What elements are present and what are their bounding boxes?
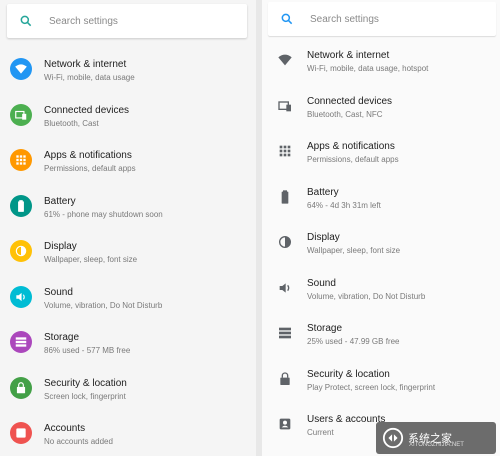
item-title: Accounts (44, 423, 86, 434)
item-title: Network & internet (44, 59, 127, 70)
item-title: Apps & notifications (44, 150, 132, 161)
settings-panel-new: Search settings Network & internet Wi-Fi,… (262, 0, 500, 456)
item-subtitle: 64% - 4d 3h 31m left (307, 200, 381, 210)
search-placeholder: Search settings (310, 13, 379, 25)
item-title: Storage (307, 323, 343, 334)
settings-item-sound[interactable]: Sound Volume, vibration, Do Not Disturb (0, 280, 256, 322)
watermark: 系统之家 XITONGZHIJIA.NET (376, 422, 496, 454)
search-icon (20, 15, 32, 27)
settings-item-battery[interactable]: Battery 64% - 4d 3h 31m left (262, 180, 500, 222)
search-icon (281, 13, 293, 25)
item-title: Sound (307, 277, 336, 289)
item-title: Security & location (44, 377, 127, 389)
account-icon (10, 422, 32, 444)
watermark-url: XITONGZHIJIA.NET (409, 442, 464, 448)
item-subtitle: No accounts added (44, 437, 113, 446)
item-subtitle: Permissions, default apps (307, 155, 399, 164)
wifi-icon (10, 58, 32, 80)
settings-item-sound[interactable]: Sound Volume, vibration, Do Not Disturb (262, 271, 500, 313)
search-bar[interactable]: Search settings (268, 2, 496, 36)
settings-item-wifi[interactable]: Network & internet Wi-Fi, mobile, data us… (0, 52, 256, 94)
settings-item-display[interactable]: Display Wallpaper, sleep, font size (0, 234, 256, 276)
sound-icon (274, 277, 296, 299)
item-subtitle: Bluetooth, Cast, NFC (307, 109, 383, 119)
lock-icon (10, 376, 32, 399)
settings-item-lock[interactable]: Security & location Screen lock, fingerpr… (0, 371, 256, 413)
item-title: Network & internet (307, 50, 390, 61)
item-subtitle: Wallpaper, sleep, font size (44, 255, 138, 264)
lock-icon (274, 368, 296, 390)
settings-item-apps[interactable]: Apps & notifications Permissions, default… (262, 134, 500, 176)
item-subtitle: 61% - phone may shutdown soon (44, 209, 163, 219)
settings-item-account[interactable]: Accounts No accounts added (0, 416, 256, 456)
item-subtitle: Volume, vibration, Do Not Disturb (307, 291, 426, 301)
apps-icon (10, 149, 32, 171)
item-subtitle: 25% used - 47.99 GB free (307, 337, 400, 346)
item-title: Sound (44, 286, 73, 298)
item-subtitle: Volume, vibration, Do Not Disturb (44, 300, 163, 310)
item-subtitle: 86% used - 577 MB free (44, 346, 131, 355)
item-subtitle: Permissions, default apps (44, 164, 136, 173)
storage-icon (10, 331, 32, 353)
item-subtitle: Wallpaper, sleep, font size (307, 246, 401, 255)
item-subtitle: Wi-Fi, mobile, data usage, hotspot (307, 64, 429, 73)
item-title: Security & location (307, 368, 390, 380)
search-placeholder: Search settings (49, 15, 118, 27)
item-subtitle: Bluetooth, Cast (44, 118, 99, 128)
account-icon (274, 413, 296, 435)
settings-item-apps[interactable]: Apps & notifications Permissions, default… (0, 143, 256, 185)
settings-item-devices[interactable]: Connected devices Bluetooth, Cast (0, 98, 256, 140)
item-title: Apps & notifications (307, 141, 395, 152)
item-title: Storage (44, 332, 80, 343)
item-title: Display (307, 232, 340, 243)
devices-icon (274, 95, 296, 117)
search-bar[interactable]: Search settings (7, 4, 247, 38)
item-subtitle: Screen lock, fingerprint (44, 391, 126, 401)
devices-icon (10, 103, 32, 126)
settings-item-battery[interactable]: Battery 61% - phone may shutdown soon (0, 189, 256, 231)
sound-icon (10, 285, 32, 308)
settings-panel-old: Search settings Network & internet Wi-Fi,… (0, 0, 256, 456)
item-title: Display (44, 241, 77, 252)
battery-icon (274, 186, 296, 208)
display-icon (274, 231, 296, 253)
display-icon (10, 240, 32, 262)
apps-icon (274, 140, 296, 162)
item-subtitle: Play Protect, screen lock, fingerprint (307, 382, 436, 392)
item-title: Connected devices (44, 104, 130, 116)
item-title: Battery (307, 186, 339, 198)
settings-item-lock[interactable]: Security & location Play Protect, screen … (262, 362, 500, 404)
battery-icon (10, 194, 32, 217)
settings-item-display[interactable]: Display Wallpaper, sleep, font size (262, 225, 500, 267)
item-subtitle: Wi-Fi, mobile, data usage (44, 73, 135, 82)
settings-item-wifi[interactable]: Network & internet Wi-Fi, mobile, data us… (262, 43, 500, 85)
settings-item-devices[interactable]: Connected devices Bluetooth, Cast, NFC (262, 89, 500, 131)
site-logo-icon (382, 427, 404, 449)
item-subtitle: Current (307, 428, 334, 437)
item-title: Users & accounts (307, 414, 386, 425)
settings-item-storage[interactable]: Storage 86% used - 577 MB free (0, 325, 256, 367)
settings-item-storage[interactable]: Storage 25% used - 47.99 GB free (262, 316, 500, 358)
item-title: Battery (44, 195, 76, 207)
storage-icon (274, 322, 296, 344)
item-title: Connected devices (307, 95, 393, 107)
wifi-icon (274, 49, 296, 71)
